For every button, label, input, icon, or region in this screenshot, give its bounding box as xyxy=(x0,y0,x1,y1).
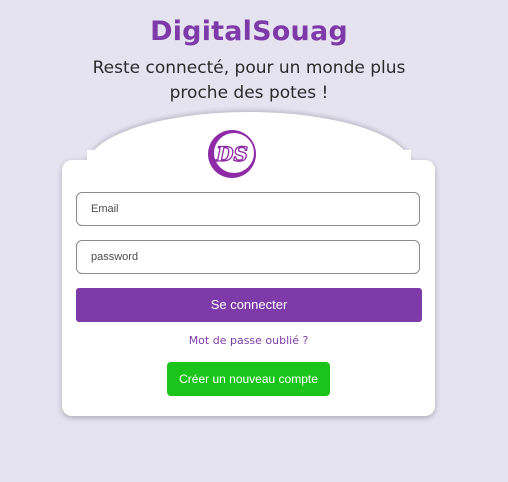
brand-title: DigitalSouag xyxy=(150,16,348,47)
password-field[interactable] xyxy=(76,240,420,274)
email-field[interactable] xyxy=(76,192,420,226)
create-account-button[interactable]: Créer un nouveau compte xyxy=(167,362,330,396)
forgot-password-link[interactable]: Mot de passe oublié ? xyxy=(62,334,435,347)
svg-text:DS: DS xyxy=(215,142,248,166)
tagline: Reste connecté, pour un monde plus proch… xyxy=(92,58,406,103)
login-button[interactable]: Se connecter xyxy=(76,288,422,322)
ds-logo-icon: DS xyxy=(208,130,256,178)
